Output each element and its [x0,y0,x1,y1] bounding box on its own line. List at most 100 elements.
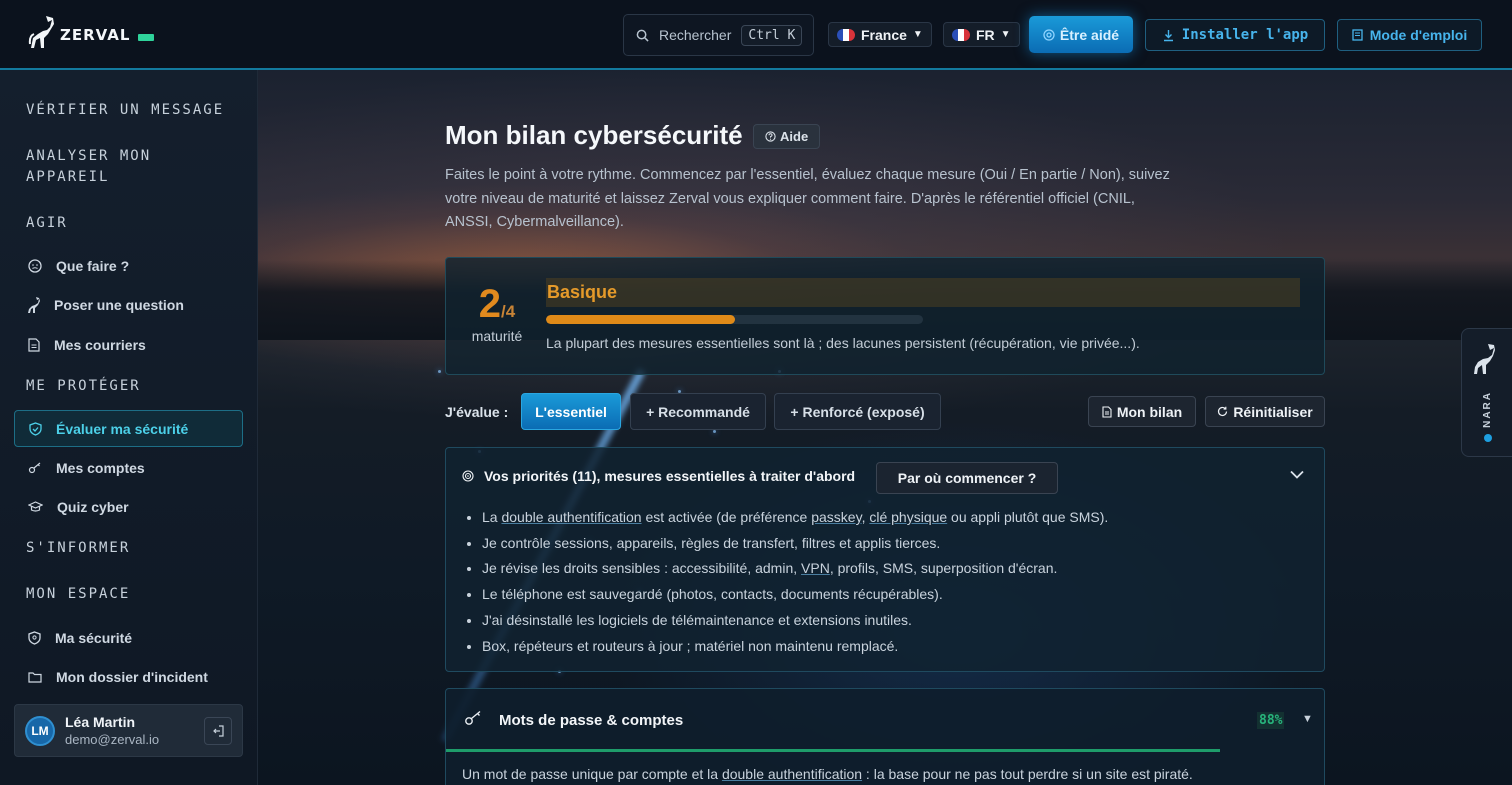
logout-icon [213,725,224,737]
fox-icon [28,296,40,313]
get-help-label: Être aidé [1059,26,1120,43]
list-item: Box, répéteurs et routeurs à jour ; maté… [482,634,1108,660]
my-report-label: Mon bilan [1116,403,1183,420]
logo[interactable]: ZERVAL [28,14,155,50]
category-progress-bar [446,749,1220,752]
sidebar: VÉRIFIER UN MESSAGE ANALYSER MON APPAREI… [0,70,258,785]
double-auth-link[interactable]: double authentification [722,766,862,782]
document-icon [1102,405,1112,418]
sidebar-item-quiz[interactable]: Quiz cyber [14,488,243,525]
category-description: Un mot de passe unique par compte et la … [462,766,1193,782]
get-help-button[interactable]: Être aidé [1029,16,1133,53]
maturity-caption: maturité [471,328,523,344]
search-input[interactable]: Rechercher Ctrl K [623,14,814,56]
priorities-panel: Vos priorités (11), mesures essentielles… [445,447,1325,672]
reset-label: Réinitialiser [1233,403,1313,420]
category-title: Mots de passe & comptes [499,712,684,729]
shield-icon [28,630,41,645]
sidebar-item-label: Quiz cyber [57,498,129,515]
priorities-header[interactable]: Vos priorités (11), mesures essentielles… [462,468,855,484]
maturity-level: 2/4 maturité [470,284,524,344]
double-auth-link[interactable]: double authentification [501,509,641,525]
logout-button[interactable] [204,717,232,745]
sidebar-item-ask-question[interactable]: Poser une question [14,286,243,323]
reset-button[interactable]: Réinitialiser [1205,396,1325,427]
caret-down-icon[interactable]: ▼ [1302,713,1313,725]
avatar: LM [25,715,55,746]
tab-essential[interactable]: L'essentiel [521,393,621,430]
folder-icon [28,671,42,683]
maturity-progress-bar [546,315,923,324]
tab-reinforced[interactable]: + Renforcé (exposé) [774,393,941,430]
my-report-button[interactable]: Mon bilan [1088,396,1196,427]
logo-text: ZERVAL [60,26,131,44]
sidebar-item-my-letters[interactable]: Mes courriers [14,326,243,363]
section-analyze-line2: APPAREIL [26,169,110,185]
country-select[interactable]: France ▼ [828,22,932,47]
vpn-link[interactable]: VPN [801,560,830,576]
sidebar-item-what-to-do[interactable]: Que faire ? [14,247,243,284]
maturity-description: La plupart des mesures essentielles sont… [546,335,1140,351]
maturity-name: Basique [546,278,1300,307]
category-card-passwords[interactable]: Mots de passe & comptes 88% ▼ Un mot de … [445,688,1325,785]
list-item: J'ai désinstallé les logiciels de téléma… [482,608,1108,634]
fox-icon [1474,344,1495,374]
user-name: Léa Martin [65,714,136,730]
france-flag-icon [952,28,970,41]
nara-label: NARA [1482,391,1493,428]
install-app-button[interactable]: Installer l'app [1145,19,1325,51]
chevron-down-icon[interactable] [1290,470,1304,479]
maturity-level-max: /4 [501,302,516,321]
section-analyze-device[interactable]: ANALYSER MON APPAREIL [26,146,151,188]
chevron-down-icon: ▼ [1000,29,1011,40]
download-icon [1163,29,1173,41]
sidebar-item-my-accounts[interactable]: Mes comptes [14,449,243,486]
help-badge[interactable]: Aide [753,124,821,149]
search-icon [636,29,649,42]
language-select[interactable]: FR ▼ [943,22,1020,47]
key-icon [465,710,481,725]
section-analyze-line1: ANALYSER MON [26,148,152,164]
section-inform[interactable]: S'INFORMER [26,538,130,559]
priorities-title: Vos priorités (11), mesures essentielles… [484,468,856,484]
top-bar: ZERVAL Rechercher Ctrl K France ▼ FR ▼ Ê… [0,0,1512,70]
logo-badge [138,34,155,41]
list-item: Le téléphone est sauvegardé (photos, con… [482,582,1108,608]
help-badge-label: Aide [780,129,809,144]
face-icon [28,258,42,273]
where-to-start-button[interactable]: Par où commencer ? [876,462,1058,494]
status-dot [1484,434,1492,442]
graduation-cap-icon [28,500,43,512]
section-verify-message[interactable]: VÉRIFIER UN MESSAGE [26,100,224,121]
passkey-link[interactable]: passkey [811,509,861,525]
intro-text: Faites le point à votre rythme. Commence… [445,167,1170,230]
manual-button[interactable]: Mode d'emploi [1337,19,1482,51]
user-email: demo@zerval.io [65,732,160,747]
section-my-space: MON ESPACE [26,586,131,602]
question-circle-icon [765,131,776,142]
install-app-label: Installer l'app [1181,27,1309,43]
chevron-down-icon: ▼ [912,29,923,40]
nara-side-tab[interactable]: NARA [1461,328,1512,457]
sidebar-item-incident-folder[interactable]: Mon dossier d'incident [14,658,243,695]
page-title: Mon bilan cybersécurité [445,120,743,150]
priorities-list: La double authentification est activée (… [482,505,1108,659]
search-placeholder: Rechercher [659,27,732,43]
manual-label: Mode d'emploi [1369,27,1468,43]
sidebar-item-label: Mon dossier d'incident [56,668,208,685]
country-value: France [861,26,907,43]
tab-recommended[interactable]: + Recommandé [630,393,766,430]
maturity-progress-fill [546,315,735,324]
category-percent: 88% [1257,712,1285,729]
search-shortcut: Ctrl K [741,24,803,46]
maturity-panel: 2/4 maturité Basique La plupart des mesu… [445,257,1325,375]
shield-check-icon [29,421,42,436]
list-item: Je contrôle sessions, appareils, règles … [482,531,1108,557]
section-protect: ME PROTÉGER [26,378,141,394]
physical-key-link[interactable]: clé physique [869,509,947,525]
sidebar-item-evaluate-security[interactable]: Évaluer ma sécurité [14,410,243,447]
sidebar-item-label: Poser une question [54,296,184,313]
sidebar-item-label: Mes courriers [54,336,146,353]
sidebar-item-my-security[interactable]: Ma sécurité [14,619,243,656]
user-card[interactable]: LM Léa Martin demo@zerval.io [14,704,243,757]
